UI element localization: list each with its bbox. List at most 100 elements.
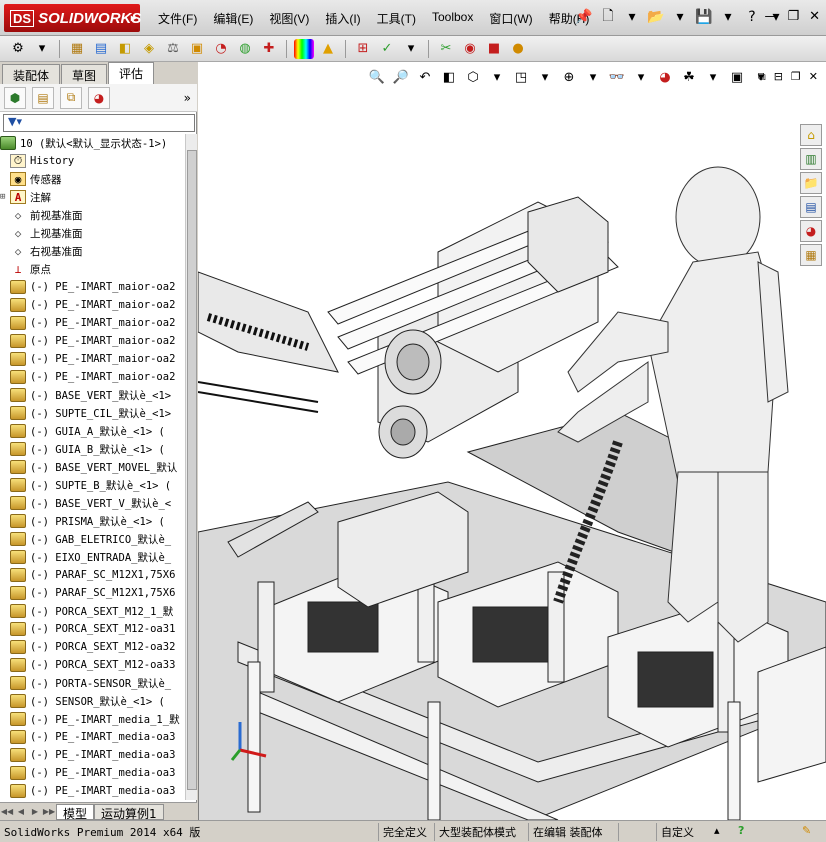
dropdown-icon[interactable]: ▾ bbox=[488, 68, 506, 86]
tree-item[interactable]: (-) PARAF_SC_M12X1,75X6 bbox=[0, 566, 183, 584]
tree-item[interactable]: (-) GUIA_B_默认è_<1> ( bbox=[0, 440, 183, 458]
display-style-icon[interactable]: ⊕ bbox=[560, 68, 578, 86]
sensor-icon[interactable]: ◈ bbox=[139, 39, 159, 59]
tree-item[interactable]: (-) GUIA_A_默认è_<1> ( bbox=[0, 422, 183, 440]
viewport-restore-icon[interactable]: ❐ bbox=[791, 70, 801, 84]
last-tab-icon[interactable]: ▶▶ bbox=[42, 807, 56, 816]
help-icon[interactable]: ? bbox=[738, 824, 744, 837]
curvature-icon[interactable] bbox=[294, 38, 314, 59]
tree-item[interactable]: ⏱ History bbox=[0, 152, 183, 170]
dropdown-icon[interactable]: ▾ bbox=[704, 68, 722, 86]
feature-tree-icon[interactable]: ⬢ bbox=[4, 86, 26, 109]
dropdown-icon[interactable]: ▾ bbox=[536, 68, 554, 86]
custom-properties-icon[interactable]: ▦ bbox=[800, 244, 822, 266]
mass-properties-icon[interactable]: ▤ bbox=[91, 39, 111, 59]
units-selector[interactable]: 自定义 bbox=[656, 823, 698, 841]
balance-icon[interactable]: ⚖ bbox=[163, 39, 183, 59]
view-orientation-icon[interactable]: ◳ bbox=[512, 68, 530, 86]
close-icon[interactable]: ✕ bbox=[809, 9, 820, 24]
dropdown-icon[interactable]: ▾ bbox=[584, 68, 602, 86]
dropdown-icon[interactable]: ▾ bbox=[401, 39, 421, 59]
tree-item[interactable]: ⊞ A 注解 bbox=[0, 188, 183, 206]
tree-item[interactable]: (-) PARAF_SC_M12X1,75X6 bbox=[0, 584, 183, 602]
view-settings-icon[interactable]: ▣ bbox=[728, 68, 746, 86]
tree-item[interactable]: (-) PORCA_SEXT_M12_1_默 bbox=[0, 602, 183, 620]
dynamic-annotation-icon[interactable]: ⬡ bbox=[464, 68, 482, 86]
rebuild-icon[interactable]: ✎ bbox=[802, 824, 811, 837]
tree-item[interactable]: (-) PORCA_SEXT_M12-oa33 bbox=[0, 656, 183, 674]
zoom-to-area-icon[interactable]: 🔎 bbox=[392, 68, 410, 86]
appearances-icon[interactable]: ◕ bbox=[800, 220, 822, 242]
minimize-icon[interactable]: — bbox=[764, 9, 777, 24]
solidworks-resources-icon[interactable]: ⌂ bbox=[800, 124, 822, 146]
tree-item[interactable]: (-) PE_-IMART_media-oa3 bbox=[0, 746, 183, 764]
interference-icon[interactable]: ◍ bbox=[235, 39, 255, 59]
new-file-icon[interactable]: 🗋 bbox=[599, 8, 617, 26]
display-manager-icon[interactable]: ◕ bbox=[88, 86, 110, 109]
save-icon[interactable]: 💾 bbox=[695, 8, 713, 26]
tree-item[interactable]: (-) PE_-IMART_maior-oa2 bbox=[0, 332, 183, 350]
tree-item[interactable]: (-) PE_-IMART_media-oa3 bbox=[0, 764, 183, 782]
tree-item[interactable]: (-) SENSOR_默认è_<1> ( bbox=[0, 692, 183, 710]
flow-icon[interactable]: ◉ bbox=[460, 39, 480, 59]
tree-item[interactable]: (-) PE_-IMART_maior-oa2 bbox=[0, 278, 183, 296]
units-dropdown-icon[interactable]: ▴ bbox=[714, 824, 720, 837]
tree-item[interactable]: (-) PE_-IMART_media-oa3 bbox=[0, 782, 183, 800]
configuration-manager-icon[interactable]: ⧉ bbox=[60, 86, 82, 109]
next-tab-icon[interactable]: ▶ bbox=[28, 807, 42, 816]
tree-root[interactable]: 10 (默认<默认_显示状态-1>) bbox=[0, 134, 183, 152]
tree-item[interactable]: (-) PE_-IMART_maior-oa2 bbox=[0, 350, 183, 368]
tree-item[interactable]: (-) PE_-IMART_maior-oa2 bbox=[0, 296, 183, 314]
view-palette-icon[interactable]: ▤ bbox=[800, 196, 822, 218]
tree-item[interactable]: (-) EIXO_ENTRADA_默认è_ bbox=[0, 548, 183, 566]
first-tab-icon[interactable]: ◀◀ bbox=[0, 807, 14, 816]
tab-sketch[interactable]: 草图 bbox=[61, 64, 108, 84]
tab-assembly[interactable]: 装配体 bbox=[2, 64, 61, 84]
tab-evaluate[interactable]: 评估 bbox=[108, 62, 155, 84]
property-manager-icon[interactable]: ▤ bbox=[32, 86, 54, 109]
tree-item[interactable]: (-) PORTA-SENSOR_默认è_ bbox=[0, 674, 183, 692]
dropdown-icon[interactable]: ▾ bbox=[623, 8, 641, 26]
menu-insert[interactable]: 插入(I) bbox=[317, 10, 368, 27]
menu-edit[interactable]: 编辑(E) bbox=[205, 10, 261, 27]
menu-window[interactable]: 窗口(W) bbox=[481, 10, 540, 27]
tree-item[interactable]: (-) PE_-IMART_maior-oa2 bbox=[0, 314, 183, 332]
options-icon[interactable]: ⚙ bbox=[8, 39, 28, 59]
viewport-minimize-icon[interactable]: ⊟ bbox=[774, 70, 783, 84]
logo-arrow-icon[interactable]: ▸ bbox=[131, 13, 136, 24]
tree-item[interactable]: ◇ 上视基准面 bbox=[0, 224, 183, 242]
tree-item[interactable]: (-) PE_-IMART_maior-oa2 bbox=[0, 368, 183, 386]
measure-icon[interactable]: ▦ bbox=[67, 39, 87, 59]
tree-item[interactable]: ◇ 右视基准面 bbox=[0, 242, 183, 260]
graphics-area[interactable]: 🔍 🔎 ↶ ◧ ⬡ ▾ ◳ ▾ ⊕ ▾ 👓 ▾ ◕ ☘ ▾ ▣ ▾ ⧉ ⊟ ❐ … bbox=[198, 62, 826, 820]
tree-item[interactable]: (-) PORCA_SEXT_M12-oa31 bbox=[0, 620, 183, 638]
tree-item[interactable]: (-) PE_-IMART_media_1_默 bbox=[0, 710, 183, 728]
dropdown-icon[interactable]: ▾ bbox=[671, 8, 689, 26]
tree-item[interactable]: (-) PRISMA_默认è_<1> ( bbox=[0, 512, 183, 530]
appearance-icon[interactable]: ◕ bbox=[656, 68, 674, 86]
scene-icon[interactable]: ☘ bbox=[680, 68, 698, 86]
split-view-icon[interactable]: ⧉ bbox=[758, 70, 766, 84]
dropdown-icon[interactable]: ▾ bbox=[32, 39, 52, 59]
expand-more-icon[interactable]: » bbox=[184, 91, 191, 105]
check-icon[interactable]: ▣ bbox=[187, 39, 207, 59]
tree-item[interactable]: ⊥ 原点 bbox=[0, 260, 183, 278]
draft-analysis-icon[interactable]: ▲ bbox=[318, 39, 338, 59]
section-properties-icon[interactable]: ◧ bbox=[115, 39, 135, 59]
menu-file[interactable]: 文件(F) bbox=[150, 10, 205, 27]
tree-item[interactable]: (-) SUPTE_CIL_默认è_<1> bbox=[0, 404, 183, 422]
tree-scrollbar[interactable] bbox=[185, 134, 197, 800]
assembly-model[interactable] bbox=[198, 62, 826, 820]
tree-item[interactable]: (-) GAB_ELETRICO_默认è_ bbox=[0, 530, 183, 548]
tree-item[interactable]: (-) BASE_VERT_V_默认è_< bbox=[0, 494, 183, 512]
tree-item[interactable]: (-) PE_-IMART_media-oa3 bbox=[0, 728, 183, 746]
simulation-icon[interactable]: ✂ bbox=[436, 39, 456, 59]
tab-model[interactable]: 模型 bbox=[56, 803, 95, 821]
menu-toolbox[interactable]: Toolbox bbox=[424, 10, 481, 27]
hide-show-icon[interactable]: 👓 bbox=[608, 68, 626, 86]
clearance-icon[interactable]: ✚ bbox=[259, 39, 279, 59]
performance-icon[interactable]: ◔ bbox=[211, 39, 231, 59]
expand-toggle-icon[interactable]: ⊞ bbox=[0, 192, 10, 202]
design-library-icon[interactable]: ▥ bbox=[800, 148, 822, 170]
open-file-icon[interactable]: 📂 bbox=[647, 8, 665, 26]
